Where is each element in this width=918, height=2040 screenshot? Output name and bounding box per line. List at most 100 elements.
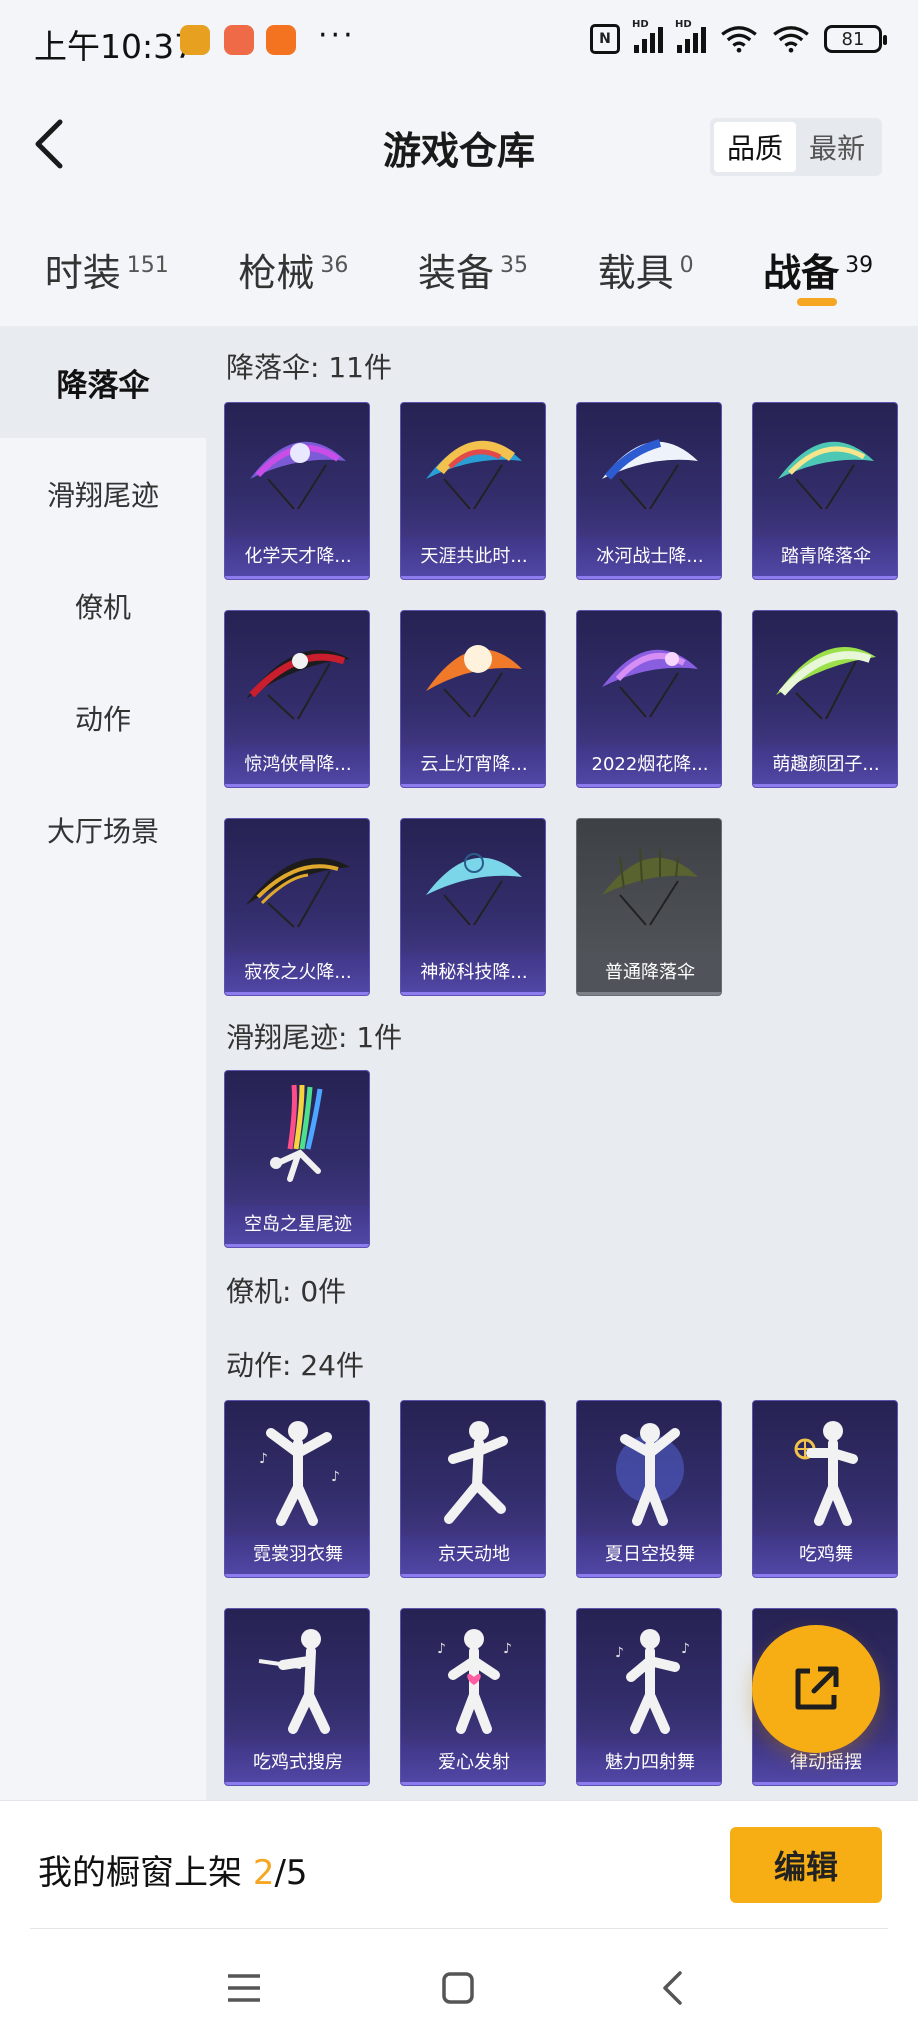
menu-nav-button[interactable] [222,1966,266,2010]
svg-text:♪: ♪ [503,1641,512,1657]
share-icon [795,1666,839,1710]
mi-app-icon [266,25,296,55]
home-square-icon [442,1972,474,2004]
item-card[interactable]: 天涯共此时... [400,402,546,580]
tab-label: 枪械 [238,251,315,295]
item-name: 普通降落伞 [577,953,721,995]
gallery-app-icon [224,25,254,55]
sidebar-item-wingman[interactable]: 僚机 [0,550,206,662]
svg-text:♪: ♪ [681,1641,690,1657]
section-title-parachute: 降落伞: 11件 [226,351,392,384]
item-card[interactable]: 萌趣颜团子... [752,610,898,788]
item-card[interactable]: ♪ ♪ 霓裳羽衣舞 [224,1400,370,1578]
section-title-wingman: 僚机: 0件 [226,1275,347,1308]
showcase-total-count: /5 [274,1853,308,1893]
item-card[interactable]: 神秘科技降... [400,818,546,996]
item-card[interactable]: 寂夜之火降... [224,818,370,996]
tab-guns[interactable]: 枪械 36 [238,212,348,322]
tab-label: 装备 [417,251,494,295]
sidebar-item-emote[interactable]: 动作 [0,662,206,774]
item-card[interactable]: 踏青降落伞 [752,402,898,580]
item-name: 萌趣颜团子... [753,745,897,787]
item-name: 惊鸿侠骨降... [225,745,369,787]
sidebar-item-glide-trail[interactable]: 滑翔尾迹 [0,438,206,550]
item-name: 爱心发射 [401,1743,545,1785]
item-card[interactable]: 京天动地 [400,1400,546,1578]
item-name: 云上灯宵降... [401,745,545,787]
item-name: 吃鸡式搜房 [225,1743,369,1785]
emote-figure-image: ♪ ♪ [225,1401,369,1537]
svg-text:♪: ♪ [331,1469,340,1485]
item-card[interactable]: 吃鸡舞 [752,1400,898,1578]
showcase-current-count: 2 [252,1853,275,1893]
parachute-image [225,819,369,955]
emote-figure-image [225,1609,369,1745]
svg-text:♪: ♪ [615,1645,624,1661]
item-grid: 降落伞: 11件 化学天才降... 天涯共此时... 冰河战士降... 踏青降落… [206,326,918,1800]
share-button[interactable] [752,1625,880,1753]
item-card[interactable]: 普通降落伞 [576,818,722,996]
svg-text:♪: ♪ [259,1451,268,1467]
item-card[interactable]: ♪ ♪ 魅力四射舞 [576,1608,722,1786]
item-name: 吃鸡舞 [753,1535,897,1577]
item-name: 冰河战士降... [577,537,721,579]
parachute-image [401,611,545,747]
home-nav-button[interactable] [436,1966,480,2010]
back-nav-button[interactable] [650,1966,694,2010]
status-bar: 上午10:37 ··· N HD HD 81 [0,0,918,82]
tab-count: 151 [126,253,169,278]
sidebar-item-parachute[interactable]: 降落伞 [0,326,206,438]
showcase-label: 我的橱窗上架 [38,1853,253,1893]
hotspot-icon [773,26,809,53]
sidebar-item-lobby-scene[interactable]: 大厅场景 [0,774,206,886]
tab-count: 35 [499,253,528,278]
item-name: 空岛之星尾迹 [225,1205,369,1247]
nfc-icon: N [590,24,620,54]
emote-figure-image: ♪ ♪ [401,1609,545,1745]
svg-text:♪: ♪ [437,1641,446,1657]
tab-battle-gear[interactable]: 战备 39 [763,212,873,322]
category-tabs: 时装 151 枪械 36 装备 35 载具 0 战备 39 [0,212,918,322]
item-card[interactable]: 夏日空投舞 [576,1400,722,1578]
item-card[interactable]: 吃鸡式搜房 [224,1608,370,1786]
item-name: 夏日空投舞 [577,1535,721,1577]
status-time: 上午10:37 [34,27,196,66]
sort-latest-option[interactable]: 最新 [796,122,878,172]
tab-label: 战备 [763,251,840,295]
item-name: 京天动地 [401,1535,545,1577]
item-card[interactable]: 惊鸿侠骨降... [224,610,370,788]
item-card[interactable]: 2022烟花降... [576,610,722,788]
item-card[interactable]: 冰河战士降... [576,402,722,580]
item-name: 2022烟花降... [577,745,721,787]
signal-2-icon: HD [675,19,706,53]
tab-equipment[interactable]: 装备 35 [418,212,528,322]
parachute-image [401,403,545,539]
back-triangle-icon [663,1971,682,2005]
app-header: 游戏仓库 品质 最新 [0,82,918,212]
active-tab-indicator [797,298,838,306]
item-name: 化学天才降... [225,537,369,579]
item-name: 踏青降落伞 [753,537,897,579]
section-title-glide-trail: 滑翔尾迹: 1件 [226,1021,403,1054]
tab-vehicles[interactable]: 载具 0 [598,212,694,322]
parachute-image [401,819,545,955]
item-name: 天涯共此时... [401,537,545,579]
tab-count: 0 [679,253,694,278]
tab-count: 36 [320,253,349,278]
tab-outfits[interactable]: 时装 151 [45,212,169,322]
emote-figure-image: ♪ ♪ [577,1609,721,1745]
glide-trail-image [225,1071,369,1207]
item-name: 魅力四射舞 [577,1743,721,1785]
item-card[interactable]: 云上灯宵降... [400,610,546,788]
sort-toggle: 品质 最新 [710,118,882,176]
item-name: 寂夜之火降... [225,953,369,995]
item-name: 霓裳羽衣舞 [225,1535,369,1577]
item-card[interactable]: 化学天才降... [224,402,370,580]
edit-button[interactable]: 编辑 [730,1827,882,1903]
sort-quality-option[interactable]: 品质 [714,122,796,172]
wifi-icon [721,26,757,53]
tab-count: 39 [845,253,874,278]
signal-1-icon: HD [632,19,663,53]
item-card[interactable]: 空岛之星尾迹 [224,1070,370,1248]
item-card[interactable]: ♪ ♪ 爱心发射 [400,1608,546,1786]
